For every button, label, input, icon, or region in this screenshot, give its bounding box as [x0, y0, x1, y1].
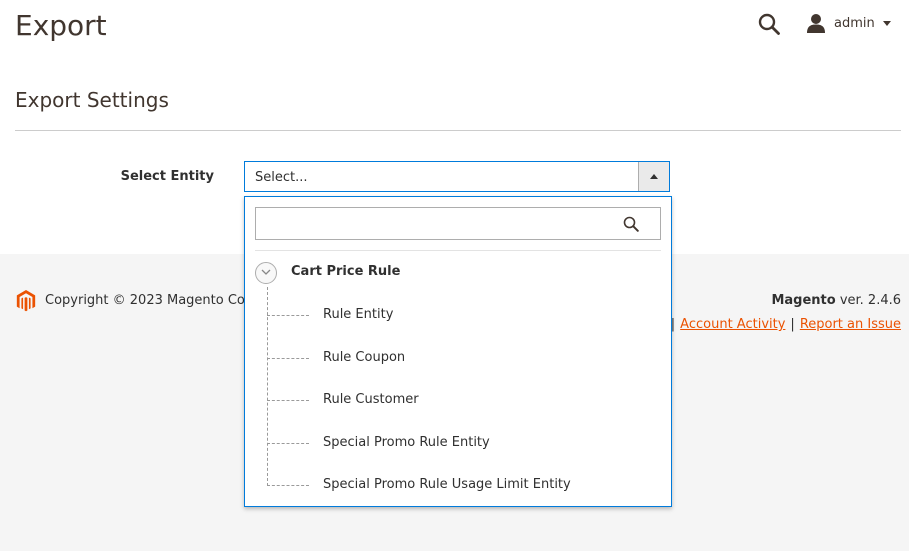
footer-links: | Account Activity | Report an Issue	[666, 317, 901, 332]
dropdown-search[interactable]	[255, 207, 661, 240]
option-label: Rule Coupon	[323, 350, 406, 365]
caret-down-icon	[882, 20, 891, 26]
option-rule-entity[interactable]: Rule Entity	[267, 305, 657, 325]
link-separator: |	[790, 317, 795, 332]
dropdown-search-input[interactable]	[262, 208, 626, 239]
report-issue-link[interactable]: Report an Issue	[800, 317, 901, 332]
section-title: Export Settings	[15, 88, 169, 112]
option-label: Rule Customer	[323, 392, 419, 407]
user-name: admin	[834, 15, 875, 31]
footer-version-number: ver. 2.4.6	[839, 293, 901, 308]
option-special-promo-rule-usage-limit[interactable]: Special Promo Rule Usage Limit Entity	[267, 475, 657, 495]
entity-field-label: Select Entity	[120, 169, 214, 184]
option-label: Rule Entity	[323, 307, 394, 322]
magento-logo-icon	[16, 290, 36, 312]
entity-select[interactable]: Select...	[244, 161, 670, 192]
tree-branch	[267, 358, 309, 359]
tree-branch	[267, 315, 309, 316]
option-rule-coupon[interactable]: Rule Coupon	[267, 348, 657, 368]
option-label: Special Promo Rule Usage Limit Entity	[323, 477, 571, 492]
caret-up-icon	[650, 174, 658, 179]
tree-branch	[267, 443, 309, 444]
entity-select-value: Select...	[255, 170, 308, 185]
account-activity-link[interactable]: Account Activity	[680, 317, 785, 332]
user-menu[interactable]: admin	[806, 12, 891, 34]
entity-dropdown: Cart Price Rule Rule Entity Rule Coupon …	[244, 196, 672, 507]
search-icon[interactable]	[757, 12, 781, 36]
section-divider	[15, 130, 901, 131]
user-icon	[807, 14, 825, 33]
dropdown-divider	[255, 250, 661, 251]
chevron-down-icon	[261, 269, 271, 275]
group-collapse-toggle[interactable]	[255, 262, 277, 284]
option-label: Special Promo Rule Entity	[323, 435, 490, 450]
option-rule-customer[interactable]: Rule Customer	[267, 390, 657, 410]
entity-select-toggle[interactable]	[638, 162, 669, 191]
tree-branch	[267, 485, 309, 486]
group-label-cart-price-rule[interactable]: Cart Price Rule	[291, 264, 400, 279]
footer-brand: Magento	[771, 293, 836, 308]
search-icon[interactable]	[623, 216, 639, 232]
page-title: Export	[15, 9, 107, 42]
option-special-promo-rule-entity[interactable]: Special Promo Rule Entity	[267, 433, 657, 453]
footer-version: Magento ver. 2.4.6	[771, 293, 901, 308]
tree-branch	[267, 400, 309, 401]
